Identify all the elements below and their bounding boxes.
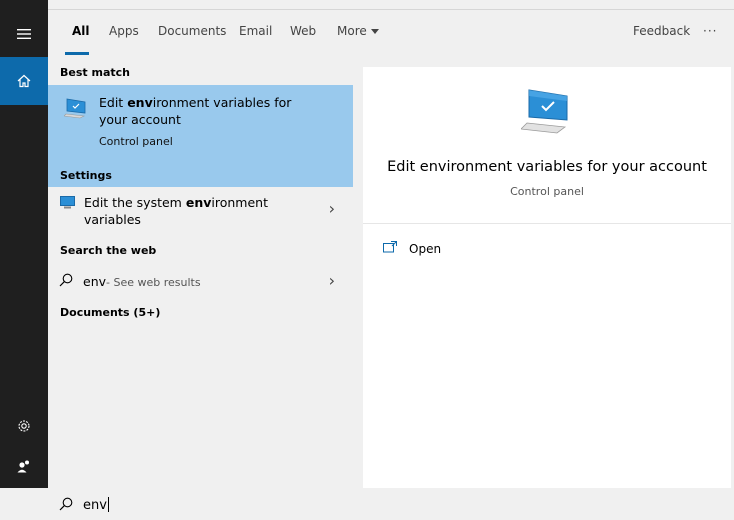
settings-header: Settings (60, 169, 112, 182)
tab-documents[interactable]: Documents (158, 24, 226, 38)
best-match-title-bold: env (127, 95, 153, 110)
search-icon (59, 497, 73, 514)
settings-monitor-icon (60, 196, 75, 212)
tab-apps[interactable]: Apps (109, 24, 139, 38)
left-rail (0, 0, 48, 488)
text-cursor (107, 497, 109, 512)
best-match-title-prefix: Edit (99, 95, 128, 110)
open-icon (383, 241, 397, 256)
web-query: env (83, 274, 107, 289)
best-match-header: Best match (60, 66, 130, 79)
windows-search-window: All Apps Documents Email Web More Feedba… (0, 0, 734, 520)
preview-divider (363, 223, 731, 224)
more-options-button[interactable]: ··· (703, 24, 717, 38)
settings-title-suffix: ironment (211, 195, 268, 210)
web-query-suffix: - See web results (106, 276, 201, 289)
hamburger-menu-icon (17, 28, 31, 40)
open-action[interactable]: Open (383, 241, 441, 256)
tab-all[interactable]: All (72, 24, 90, 38)
settings-title-line2: variables (84, 212, 141, 227)
web-result[interactable]: env - See web results › (48, 266, 353, 296)
open-label: Open (409, 241, 442, 256)
documents-header[interactable]: Documents (5+) (60, 306, 160, 319)
chevron-right-icon[interactable]: › (329, 271, 335, 290)
gear-icon (17, 419, 31, 433)
user-switch-icon (17, 459, 31, 473)
hamburger-menu-button[interactable] (0, 10, 48, 58)
home-icon (17, 74, 31, 88)
home-button[interactable] (0, 57, 48, 105)
preview-subtitle: Control panel (510, 185, 584, 198)
best-match-title-line2: your account (99, 112, 181, 127)
best-match-title-suffix: ironment variables for (152, 95, 292, 110)
best-match-subtitle: Control panel (99, 135, 173, 148)
user-button[interactable] (0, 442, 48, 490)
settings-title-prefix: Edit the system (84, 195, 186, 210)
tab-more[interactable]: More (337, 24, 379, 38)
filter-tab-bar: All Apps Documents Email Web More Feedba… (48, 0, 734, 57)
settings-title-bold: env (185, 195, 212, 210)
chevron-right-icon[interactable]: › (329, 199, 335, 218)
tab-more-label: More (337, 24, 367, 38)
settings-result[interactable]: Edit the system environment variables › (48, 188, 353, 232)
web-header: Search the web (60, 244, 157, 257)
best-match-title: Edit environment variables for your acco… (99, 94, 291, 128)
search-input-value: env (83, 498, 107, 513)
preview-title: Edit environment variables for your acco… (387, 159, 707, 175)
search-input[interactable]: env (83, 497, 109, 513)
search-icon (59, 273, 73, 290)
monitor-icon (63, 97, 88, 122)
results-list: Best match Edit environment variables fo… (48, 57, 353, 488)
settings-result-title: Edit the system environment variables (84, 194, 268, 228)
top-divider (48, 9, 734, 10)
monitor-large-icon (520, 87, 573, 138)
tab-web[interactable]: Web (290, 24, 316, 38)
feedback-link[interactable]: Feedback (633, 24, 690, 38)
preview-pane: Edit environment variables for your acco… (363, 67, 731, 488)
search-box[interactable]: env (48, 488, 734, 520)
chevron-down-icon (370, 29, 379, 34)
active-tab-indicator (65, 52, 89, 55)
tab-email[interactable]: Email (239, 24, 272, 38)
